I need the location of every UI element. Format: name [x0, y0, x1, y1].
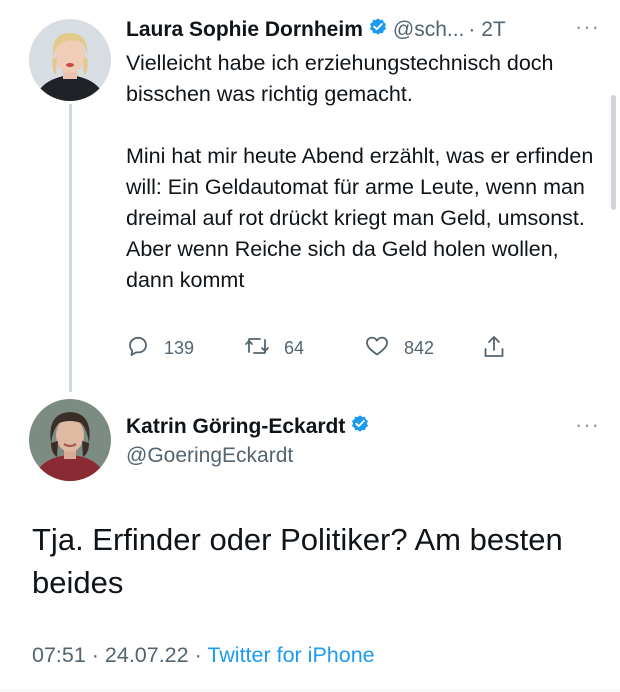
- like-button[interactable]: 842: [364, 334, 434, 363]
- retweet-count: 64: [284, 338, 305, 358]
- like-count: 842: [404, 338, 435, 358]
- thread-connector-line: [69, 104, 72, 392]
- heart-icon: [364, 334, 404, 363]
- tweet1-author-name[interactable]: Laura Sophie Dornheim: [126, 18, 363, 42]
- tweet2-text: Tja. Erfinder oder Politiker? Am besten …: [32, 522, 563, 600]
- retweet-icon: [244, 334, 284, 363]
- share-button[interactable]: [482, 334, 520, 365]
- avatar-laura-image: [29, 19, 111, 101]
- tweet2-header: Katrin Göring-Eckardt: [126, 414, 375, 440]
- verified-badge-icon: [350, 414, 370, 440]
- tweet1-time-ago[interactable]: · 2T: [468, 18, 505, 42]
- avatar-katrin[interactable]: [29, 399, 111, 481]
- verified-badge-icon: [368, 17, 388, 43]
- reply-count: 139: [164, 338, 195, 358]
- tweet2-timestamp[interactable]: 07:51 · 24.07.22 ·: [32, 643, 207, 667]
- tweet2-author-name[interactable]: Katrin Göring-Eckardt: [126, 415, 345, 439]
- tweet2-source-link[interactable]: Twitter for iPhone: [207, 643, 374, 667]
- tweet2-more-icon[interactable]: ···: [575, 412, 600, 438]
- tweet1-more-icon[interactable]: ···: [575, 14, 600, 40]
- avatar-katrin-image: [29, 399, 111, 481]
- tweet1-action-bar: 139 64 842: [126, 334, 526, 364]
- reply-button[interactable]: 139: [126, 334, 194, 363]
- share-icon: [482, 334, 520, 365]
- tweet1-text: Vielleicht habe ich erziehungstechnisch …: [126, 51, 594, 292]
- avatar-laura[interactable]: [29, 19, 111, 101]
- reply-icon: [126, 334, 164, 363]
- tweet2-meta: 07:51 · 24.07.22 · Twitter for iPhone: [32, 643, 375, 668]
- retweet-button[interactable]: 64: [244, 334, 304, 363]
- tweet1-header: Laura Sophie Dornheim @sch... · 2T: [126, 17, 506, 43]
- tweet1-author-handle[interactable]: @sch...: [393, 18, 465, 42]
- divider: [0, 690, 620, 691]
- scrollbar[interactable]: [611, 95, 616, 210]
- tweet2-author-handle[interactable]: @GoeringEckardt: [126, 444, 293, 468]
